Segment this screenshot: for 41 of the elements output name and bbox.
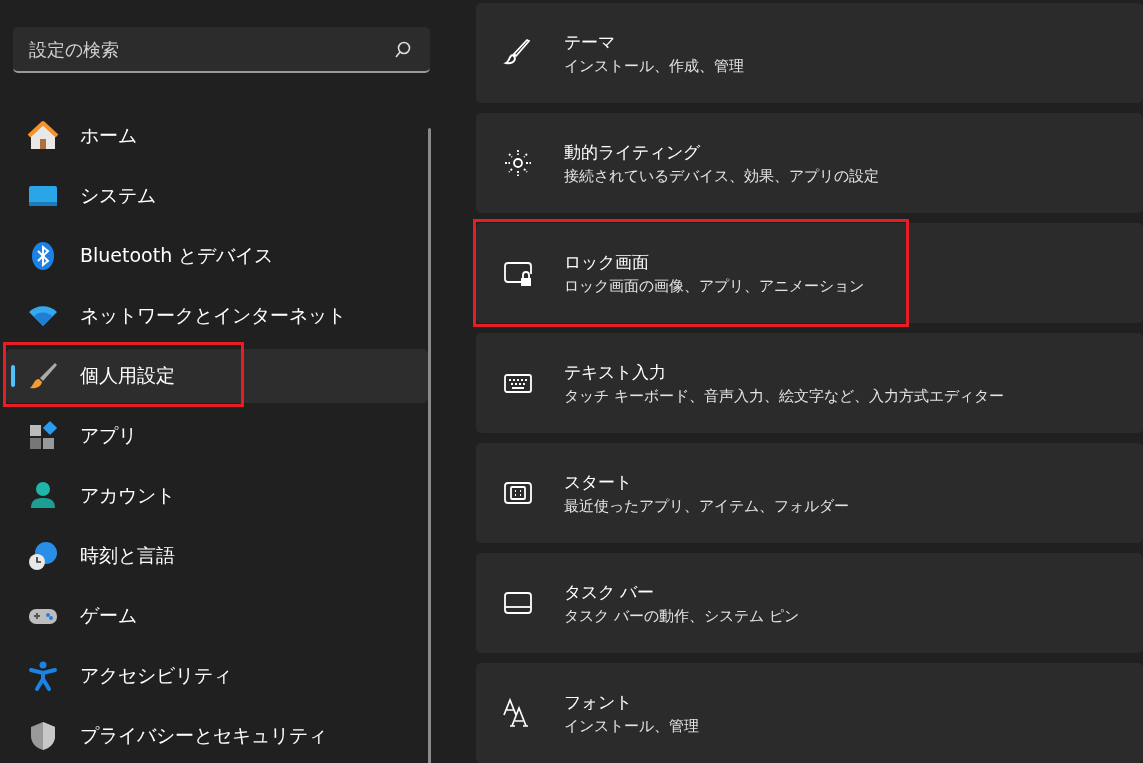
search-field[interactable]: 設定の検索 <box>13 27 430 73</box>
card-title: タスク バー <box>564 580 656 604</box>
card-title: フォント <box>564 690 633 714</box>
settings-card[interactable]: スタート 最近使ったアプリ、アイテム、フォルダー <box>476 443 1143 543</box>
card-description: タッチ キーボード、音声入力、絵文字など、入力方式エディター <box>564 386 1004 406</box>
card-description: タスク バーの動作、システム ピン <box>564 606 799 626</box>
nav-item[interactable]: Bluetooth とデバイス <box>6 229 428 283</box>
card-title: スタート <box>564 470 633 494</box>
selection-indicator <box>11 365 15 387</box>
nav-item[interactable]: アプリ <box>6 409 428 463</box>
card-description: ロック画面の画像、アプリ、アニメーション <box>564 276 864 296</box>
settings-card[interactable]: タスク バー タスク バーの動作、システム ピン <box>476 553 1143 653</box>
settings-card[interactable]: テーマ インストール、作成、管理 <box>476 3 1143 103</box>
nav-item[interactable]: アクセシビリティ <box>6 649 428 703</box>
nav-item[interactable]: システム <box>6 169 428 223</box>
card-title: テーマ <box>564 30 616 54</box>
card-description: インストール、作成、管理 <box>564 56 744 76</box>
nav-item[interactable]: ネットワークとインターネット <box>6 289 428 343</box>
sparkle-icon <box>502 147 534 179</box>
card-description: 最近使ったアプリ、アイテム、フォルダー <box>564 496 849 516</box>
accessibility-icon <box>27 660 59 692</box>
home-icon <box>27 120 59 152</box>
globe-clock-icon <box>27 540 59 572</box>
nav-item[interactable]: ホーム <box>6 109 428 163</box>
settings-card[interactable]: テキスト入力 タッチ キーボード、音声入力、絵文字など、入力方式エディター <box>476 333 1143 433</box>
nav-item[interactable]: プライバシーとセキュリティ <box>6 709 428 763</box>
settings-card[interactable]: 動的ライティング 接続されているデバイス、効果、アプリの設定 <box>476 113 1143 213</box>
apps-icon <box>27 420 59 452</box>
card-description: 接続されているデバイス、効果、アプリの設定 <box>564 166 879 186</box>
card-title: テキスト入力 <box>564 360 667 384</box>
search-icon <box>394 41 412 59</box>
nav-item[interactable]: 時刻と言語 <box>6 529 428 583</box>
nav-item[interactable]: ゲーム <box>6 589 428 643</box>
settings-card[interactable]: フォント インストール、管理 <box>476 663 1143 763</box>
card-title: ロック画面 <box>564 250 650 274</box>
nav-item[interactable]: 個人用設定 <box>6 349 428 403</box>
nav-item[interactable]: アカウント <box>6 469 428 523</box>
card-description: インストール、管理 <box>564 716 699 736</box>
card-title: 動的ライティング <box>564 140 701 164</box>
scrollbar[interactable] <box>428 128 431 763</box>
settings-card[interactable]: ロック画面 ロック画面の画像、アプリ、アニメーション <box>476 223 1143 323</box>
